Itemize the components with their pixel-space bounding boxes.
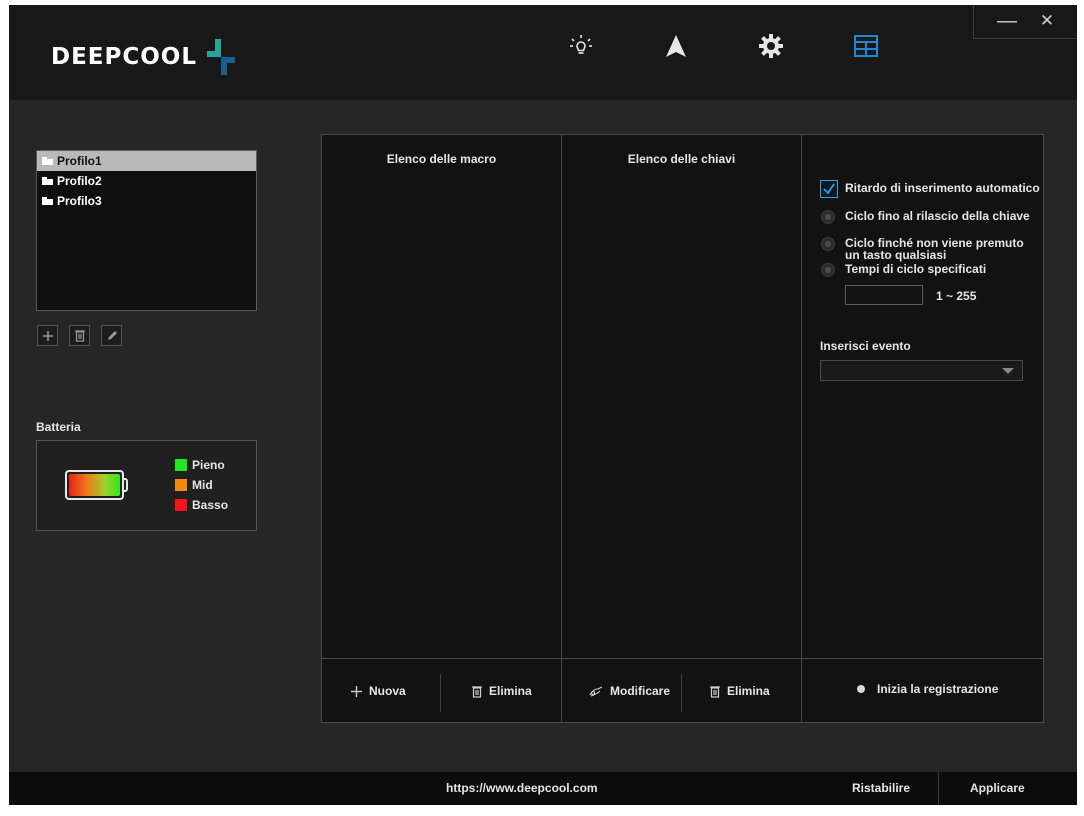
plus-icon xyxy=(351,685,362,697)
website-link[interactable]: https://www.deepcool.com xyxy=(446,781,598,795)
battery-cap xyxy=(123,478,128,492)
checkmark-icon xyxy=(823,183,835,195)
battery-panel: Pieno Mid Basso xyxy=(36,440,257,531)
delete-profile-button[interactable] xyxy=(69,325,90,346)
loop-count-input[interactable] xyxy=(845,285,923,305)
battery-icon xyxy=(65,470,124,500)
delete-key-button[interactable]: Elimina xyxy=(709,684,770,698)
folder-icon xyxy=(42,157,53,165)
lightbulb-icon xyxy=(570,35,592,54)
plus-icon xyxy=(42,330,53,341)
insert-event-label: Inserisci evento xyxy=(820,339,911,353)
bottom-divider xyxy=(322,658,1043,659)
delete-macro-button[interactable]: Elimina xyxy=(471,684,532,698)
auto-delay-label: Ritardo di inserimento automatico xyxy=(845,181,1040,195)
rename-profile-button[interactable] xyxy=(101,325,122,346)
battery-title: Batteria xyxy=(36,420,81,434)
legend-swatch-mid xyxy=(175,479,187,491)
loop-count-label: Tempi di ciclo specificati xyxy=(845,262,987,276)
start-recording-button[interactable]: Inizia la registrazione xyxy=(857,682,998,696)
auto-delay-checkbox[interactable] xyxy=(820,180,838,198)
folder-icon xyxy=(42,197,53,205)
footer-divider xyxy=(938,772,939,805)
minimize-button[interactable]: — xyxy=(996,10,1018,32)
chevron-down-icon xyxy=(1002,368,1014,374)
record-dot-icon xyxy=(857,685,865,693)
folder-icon xyxy=(42,177,53,185)
legend-label: Basso xyxy=(192,498,229,512)
profile-item-3[interactable]: Profilo3 xyxy=(37,191,256,211)
legend-label: Pieno xyxy=(192,458,225,472)
loop-any-key-label-line2: un tasto qualsiasi xyxy=(845,248,947,262)
footer-bar: https://www.deepcool.com Ristabilire App… xyxy=(9,772,1077,805)
insert-event-dropdown[interactable] xyxy=(820,360,1023,381)
profile-label: Profilo3 xyxy=(57,194,102,208)
brand-name: DEEPCOOL xyxy=(51,44,198,70)
modify-key-button[interactable]: Modificare xyxy=(588,684,670,698)
reset-button[interactable]: Ristabilire xyxy=(852,781,910,795)
macro-panel: Elenco delle macro Elenco delle chiavi R… xyxy=(321,134,1044,723)
settings-nav-icon[interactable] xyxy=(756,31,786,61)
performance-nav-icon[interactable] xyxy=(661,31,691,61)
button-divider xyxy=(681,674,682,712)
profile-list: Profilo1 Profilo2 Profilo3 xyxy=(36,150,257,311)
profile-item-2[interactable]: Profilo2 xyxy=(37,171,256,191)
close-button[interactable]: ✕ xyxy=(1036,10,1058,32)
gear-icon xyxy=(759,34,783,58)
macro-nav-icon[interactable] xyxy=(851,31,881,61)
legend-full: Pieno xyxy=(175,458,225,472)
profile-label: Profilo1 xyxy=(57,154,102,168)
deepcool-logo: DEEPCOOL xyxy=(51,39,237,75)
battery-level-fill xyxy=(69,474,120,496)
cursor-arrow-icon xyxy=(666,35,686,57)
trash-icon xyxy=(710,685,720,698)
app-window: DEEPCOOL — ✕ Profilo1 Profilo2 Profilo3 … xyxy=(9,5,1077,805)
column-divider xyxy=(801,135,802,722)
macro-list[interactable] xyxy=(322,175,561,657)
key-list[interactable] xyxy=(562,175,801,657)
legend-swatch-low xyxy=(175,499,187,511)
profile-label: Profilo2 xyxy=(57,174,102,188)
loop-release-label: Ciclo fino al rilascio della chiave xyxy=(845,209,1030,223)
add-profile-button[interactable] xyxy=(37,325,58,346)
legend-mid: Mid xyxy=(175,478,213,492)
window-controls: — ✕ xyxy=(973,5,1077,39)
start-recording-label: Inizia la registrazione xyxy=(877,682,999,696)
legend-low: Basso xyxy=(175,498,228,512)
trash-icon xyxy=(472,685,482,698)
loop-count-range: 1 ~ 255 xyxy=(936,289,977,303)
trash-icon xyxy=(74,330,85,342)
macro-table-icon xyxy=(854,35,878,57)
new-macro-label: Nuova xyxy=(369,684,406,698)
loop-release-radio[interactable] xyxy=(821,210,835,224)
profile-item-1[interactable]: Profilo1 xyxy=(37,151,256,171)
loop-any-key-radio[interactable] xyxy=(821,237,835,251)
deepcool-logo-icon xyxy=(207,39,236,75)
macro-list-header: Elenco delle macro xyxy=(386,152,497,166)
lighting-nav-icon[interactable] xyxy=(566,31,596,61)
edit-hand-icon xyxy=(589,686,603,697)
modify-key-label: Modificare xyxy=(610,684,671,698)
delete-macro-label: Elimina xyxy=(489,684,532,698)
key-list-header: Elenco delle chiavi xyxy=(627,152,736,166)
delete-key-label: Elimina xyxy=(727,684,770,698)
button-divider xyxy=(440,674,441,712)
legend-label: Mid xyxy=(192,478,213,492)
loop-count-radio[interactable] xyxy=(821,263,835,277)
apply-button[interactable]: Applicare xyxy=(970,781,1025,795)
legend-swatch-full xyxy=(175,459,187,471)
pencil-icon xyxy=(107,330,117,340)
new-macro-button[interactable]: Nuova xyxy=(350,684,406,698)
top-bar: DEEPCOOL — ✕ xyxy=(9,5,1077,100)
